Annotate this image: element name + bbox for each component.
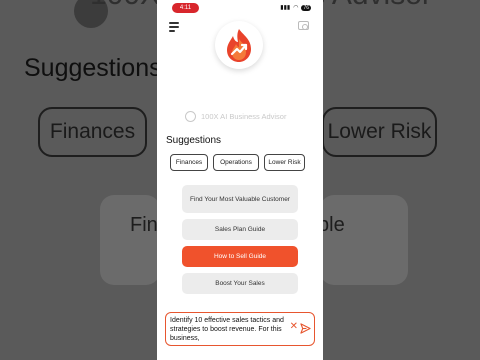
- app-title-watermark: 100X AI Business Advisor: [185, 111, 286, 122]
- card-find-valuable-customer[interactable]: Find Your Most Valuable Customer: [182, 185, 298, 213]
- card-how-to-sell-guide[interactable]: How to Sell Guide: [182, 246, 298, 267]
- prompt-input-text[interactable]: Identify 10 effective sales tactics and …: [170, 316, 288, 343]
- watermark-logo-icon: [185, 111, 196, 122]
- bg-chip-finances: Finances: [38, 107, 147, 157]
- chip-operations[interactable]: Operations: [213, 154, 259, 171]
- status-time: 4:11: [172, 3, 199, 13]
- phone-screen: 4:11 ▮▮▮ ◠ 76 100X AI Business Advisor S…: [157, 0, 323, 360]
- card-boost-your-sales[interactable]: Boost Your Sales: [182, 273, 298, 294]
- chip-finances[interactable]: Finances: [170, 154, 208, 171]
- prompt-input[interactable]: Identify 10 effective sales tactics and …: [165, 312, 315, 346]
- fire-icon: [227, 29, 251, 62]
- wifi-icon: ◠: [293, 5, 299, 11]
- bg-suggestions-heading: Suggestions: [24, 54, 162, 82]
- battery-icon: 76: [301, 4, 311, 11]
- status-indicators: ▮▮▮ ◠ 76: [280, 4, 311, 11]
- bg-card-left: [100, 195, 160, 285]
- bg-card-right: [320, 195, 408, 285]
- suggestion-cards: Find Your Most Valuable Customer Sales P…: [182, 185, 298, 300]
- card-sales-plan-guide[interactable]: Sales Plan Guide: [182, 219, 298, 240]
- close-icon[interactable]: ✕: [290, 322, 298, 332]
- bg-card-left-text: Fin: [130, 214, 158, 236]
- status-bar: 4:11 ▮▮▮ ◠ 76: [157, 0, 323, 16]
- signal-icon: ▮▮▮: [280, 5, 291, 11]
- suggestions-heading: Suggestions: [166, 135, 222, 146]
- hamburger-icon[interactable]: [169, 22, 179, 34]
- bg-chip-lower-risk: Lower Risk: [322, 107, 437, 157]
- suggestion-chips: Finances Operations Lower Risk: [170, 154, 305, 171]
- app-logo: [215, 21, 263, 69]
- send-icon[interactable]: [300, 323, 311, 334]
- chip-lower-risk[interactable]: Lower Risk: [264, 154, 305, 171]
- camera-icon[interactable]: [298, 21, 309, 30]
- app-title: 100X AI Business Advisor: [201, 112, 287, 121]
